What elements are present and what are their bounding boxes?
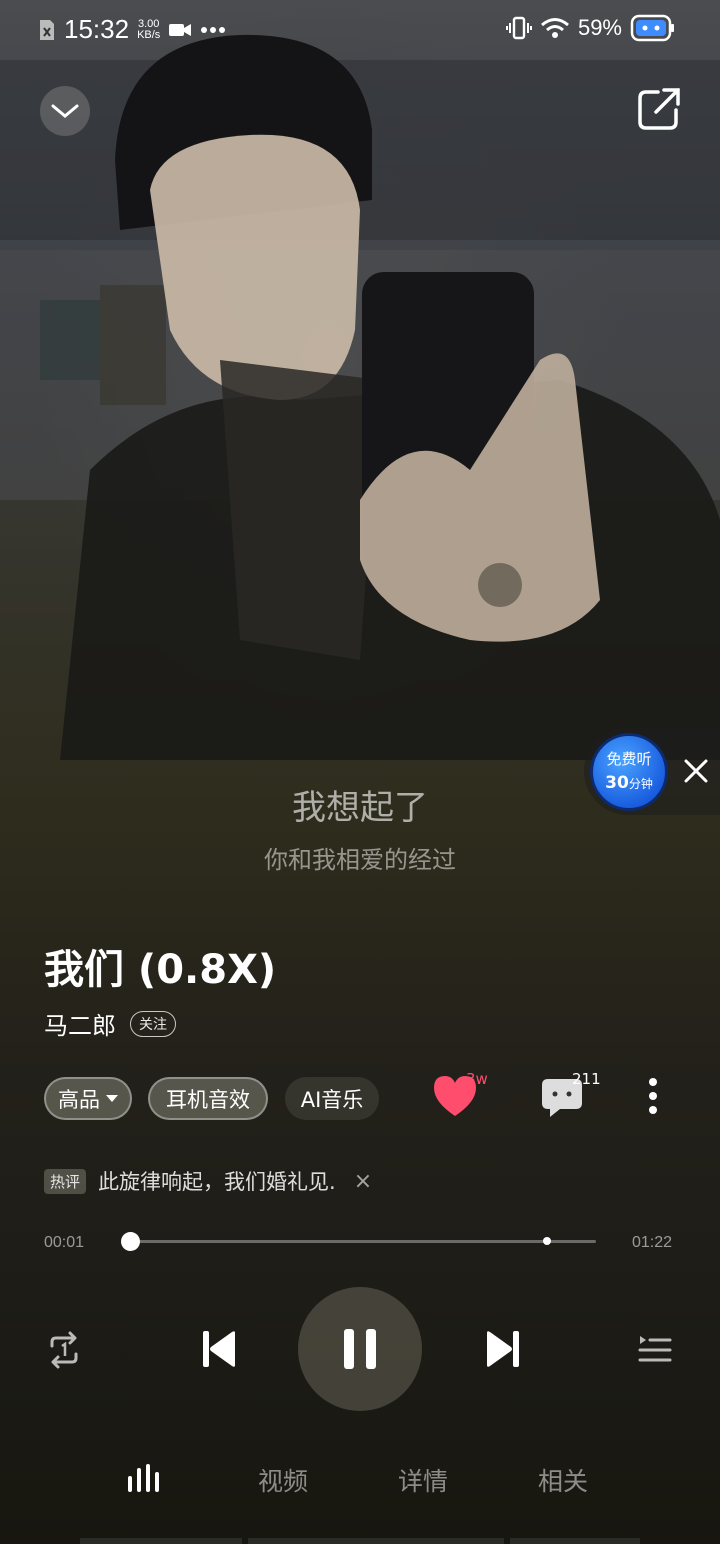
bottom-edge-strip: [80, 1538, 640, 1544]
ai-music-label: AI音乐: [300, 1087, 364, 1112]
status-bar: 15:32 3.00 KB/s 59%: [0, 0, 720, 58]
progress-slider[interactable]: [121, 1232, 596, 1251]
tab-details[interactable]: 详情: [398, 1462, 448, 1498]
pause-button[interactable]: [298, 1287, 422, 1411]
next-lyric-line[interactable]: 你和我相爱的经过: [0, 840, 720, 875]
previous-track-icon[interactable]: [200, 1328, 238, 1370]
bottom-tab-bar: 视频 详情 相关: [0, 1456, 720, 1506]
clock: 15:32: [64, 14, 130, 44]
playlist-icon[interactable]: [636, 1332, 672, 1368]
current-lyric-line[interactable]: 我想起了: [0, 780, 720, 829]
quality-selector[interactable]: 高品: [44, 1077, 132, 1120]
repeat-one-icon[interactable]: [44, 1330, 84, 1370]
artist-name[interactable]: 马二郎: [44, 1006, 116, 1041]
tab-related[interactable]: 相关: [538, 1462, 588, 1498]
artist-photo: [0, 34, 720, 760]
progress-thumb[interactable]: [121, 1232, 140, 1251]
collapse-button[interactable]: [40, 86, 90, 136]
share-icon[interactable]: [636, 86, 682, 132]
caret-down-icon: [106, 1095, 118, 1102]
tab-player-equalizer-icon[interactable]: [126, 1462, 164, 1494]
like-count: 3w: [466, 1070, 488, 1088]
next-track-icon[interactable]: [484, 1328, 522, 1370]
sim-error-icon: [40, 19, 54, 40]
battery-icon: [630, 14, 674, 42]
more-notifications-icon: [201, 26, 226, 33]
buffer-marker: [542, 1237, 551, 1245]
vibrate-icon: [505, 16, 532, 40]
more-vertical-icon[interactable]: [644, 1076, 662, 1116]
hot-comment-close-icon[interactable]: ×: [354, 1169, 372, 1194]
wifi-icon: [540, 18, 569, 38]
current-time: 00:01: [44, 1234, 85, 1251]
pause-icon: [344, 1329, 376, 1369]
headphone-effect-button[interactable]: 耳机音效: [148, 1077, 268, 1120]
comment-count: 211: [572, 1070, 601, 1088]
hot-comment-text[interactable]: 此旋律响起，我们婚礼见.: [98, 1166, 336, 1196]
artist-row: 马二郎 关注: [44, 1006, 176, 1041]
tab-video[interactable]: 视频: [258, 1462, 308, 1498]
follow-button[interactable]: 关注: [130, 1010, 176, 1037]
song-title: 我们 (0.8X): [44, 947, 277, 993]
total-time: 01:22: [632, 1234, 673, 1251]
quality-label: 高品: [58, 1087, 100, 1112]
ai-music-button[interactable]: AI音乐: [285, 1077, 379, 1120]
network-speed: 3.00 KB/s: [137, 17, 161, 41]
chevron-down-icon: [51, 104, 79, 118]
battery-percent: 59%: [577, 15, 622, 40]
hot-comment[interactable]: 热评 此旋律响起，我们婚礼见. ×: [44, 1166, 372, 1196]
headphone-effect-label: 耳机音效: [166, 1087, 250, 1112]
hot-comment-tag: 热评: [44, 1168, 87, 1194]
video-camera-icon: [169, 23, 192, 36]
